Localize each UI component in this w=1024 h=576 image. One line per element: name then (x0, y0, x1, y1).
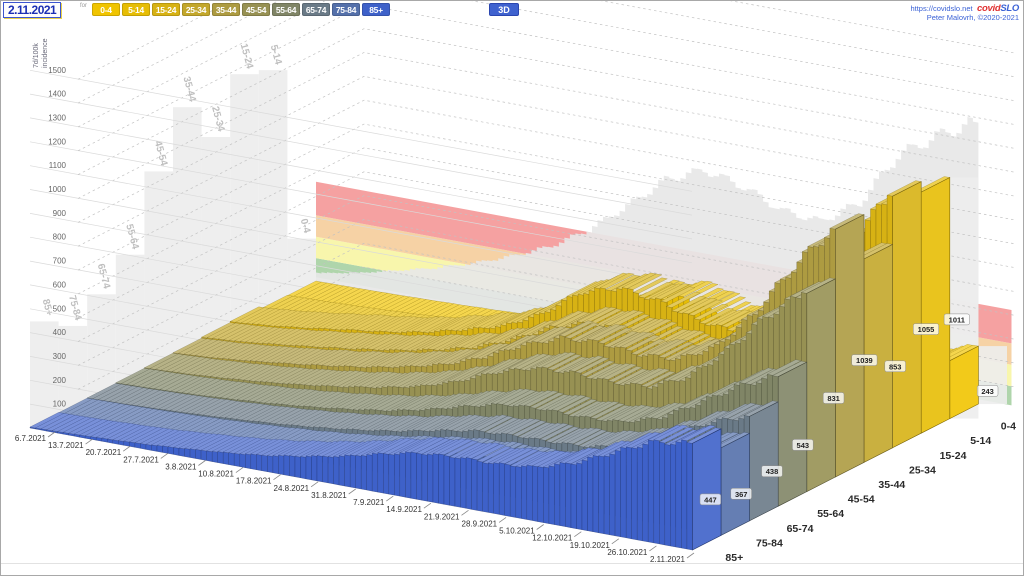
bottom-divider (1, 563, 1023, 564)
window-border (0, 0, 1024, 576)
